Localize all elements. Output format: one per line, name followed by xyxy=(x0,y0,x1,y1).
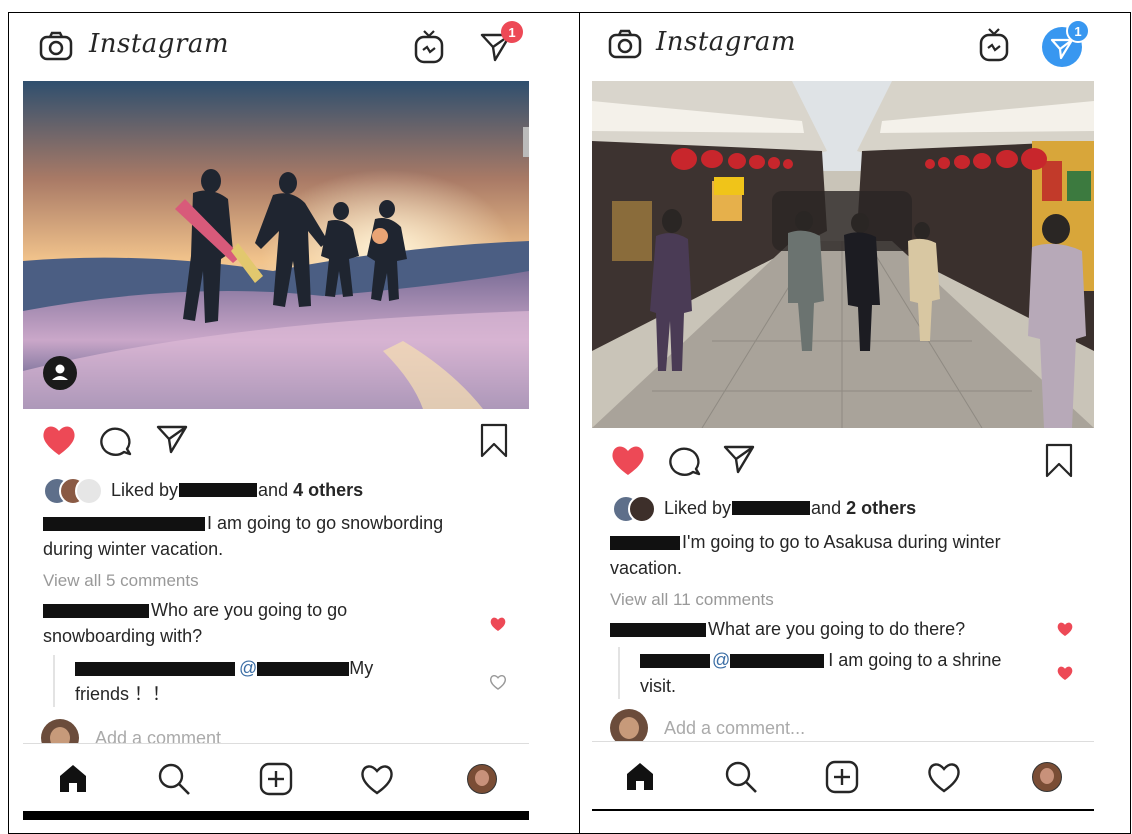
bookmark-icon[interactable] xyxy=(479,423,509,459)
reply-text: My xyxy=(349,658,374,678)
user-tag-icon[interactable] xyxy=(43,356,77,390)
view-all-comments-link[interactable]: View all 5 comments xyxy=(43,571,199,591)
like-heart-icon[interactable] xyxy=(610,443,646,477)
comment-icon[interactable] xyxy=(99,423,133,457)
redacted-username[interactable] xyxy=(640,654,710,669)
activity-heart-icon[interactable] xyxy=(359,762,395,796)
asakusa-street-image xyxy=(592,81,1094,428)
system-bar xyxy=(23,811,529,820)
search-icon[interactable] xyxy=(724,760,758,794)
like-heart-icon[interactable] xyxy=(41,423,77,457)
comment-line-1: Who are you going to go xyxy=(151,600,348,620)
bottom-nav xyxy=(23,743,529,812)
search-icon[interactable] xyxy=(157,762,191,796)
reply-comment: @ My friends ！！ xyxy=(53,655,373,707)
snowboarders-image xyxy=(23,81,529,409)
bookmark-icon[interactable] xyxy=(1044,443,1074,479)
profile-avatar[interactable] xyxy=(467,764,497,794)
redacted-username xyxy=(732,501,811,515)
redacted-mention[interactable] xyxy=(257,662,350,677)
caption-line-2: vacation. xyxy=(610,558,683,578)
right-instagram-screen: Instagram 1 Liked by and 2 others I'm go… xyxy=(592,13,1094,811)
reply-mention[interactable]: @ xyxy=(239,658,257,678)
instagram-logo: Instagram xyxy=(656,27,797,57)
post-caption: I am going to go snowbording during wint… xyxy=(43,510,443,562)
camera-icon[interactable] xyxy=(39,31,73,61)
comment-like-heart-icon[interactable] xyxy=(1056,621,1074,637)
top-bar: Instagram 1 xyxy=(23,13,529,82)
liked-by-label: Liked by xyxy=(664,497,732,518)
notification-badge: 1 xyxy=(1066,19,1090,43)
reply-line-2: visit. xyxy=(640,676,676,696)
liked-by-label: Liked by xyxy=(111,479,179,500)
post-photo[interactable] xyxy=(23,81,529,409)
reply-comment: @ I am going to a shrine visit. xyxy=(618,647,1001,699)
caption-line-2: during winter vacation. xyxy=(43,539,224,559)
likes-row[interactable]: Liked by and 2 others xyxy=(612,495,917,523)
liker-avatars xyxy=(43,477,103,505)
liked-and-label: and xyxy=(258,479,289,500)
share-icon[interactable] xyxy=(155,423,189,455)
new-post-icon[interactable] xyxy=(825,760,859,794)
reply-mention[interactable]: @ xyxy=(712,650,730,670)
activity-heart-icon[interactable] xyxy=(926,760,962,794)
post-actions xyxy=(592,439,1094,483)
new-post-icon[interactable] xyxy=(259,762,293,796)
view-all-comments-link[interactable]: View all 11 comments xyxy=(610,590,774,610)
notification-badge: 1 xyxy=(501,21,523,43)
reply-text: I am going to a shrine xyxy=(828,650,1002,670)
post-actions xyxy=(23,419,529,463)
redacted-username[interactable] xyxy=(610,536,680,551)
left-instagram-screen: Instagram 1 Liked by and 4 others I am g… xyxy=(23,13,529,820)
caption-line-1: I'm going to go to Asakusa during winter xyxy=(682,532,1001,552)
comment-icon[interactable] xyxy=(668,443,702,477)
comment-text: What are you going to do there? xyxy=(708,619,966,639)
redacted-username[interactable] xyxy=(610,623,706,638)
camera-icon[interactable] xyxy=(608,29,642,59)
home-icon[interactable] xyxy=(624,760,656,792)
reply-line-2: friends ！！ xyxy=(75,684,171,704)
instagram-logo: Instagram xyxy=(89,29,230,59)
reply-like-heart-icon[interactable] xyxy=(489,674,507,690)
igtv-icon[interactable] xyxy=(978,27,1010,63)
reply-like-heart-icon[interactable] xyxy=(1056,665,1074,681)
likes-row[interactable]: Liked by and 4 others xyxy=(43,477,364,505)
redacted-username xyxy=(179,483,258,497)
share-icon[interactable] xyxy=(722,443,756,475)
bottom-nav xyxy=(592,741,1094,810)
comment-item: Who are you going to go snowboarding wit… xyxy=(43,597,347,649)
igtv-icon[interactable] xyxy=(413,29,445,65)
redacted-username[interactable] xyxy=(75,662,235,677)
redacted-username[interactable] xyxy=(43,517,205,532)
system-bar xyxy=(592,809,1094,811)
home-icon[interactable] xyxy=(57,762,89,794)
liker-avatars xyxy=(612,495,656,523)
redacted-username[interactable] xyxy=(43,604,149,619)
post-caption: I'm going to go to Asakusa during winter… xyxy=(610,529,1001,581)
post-photo[interactable] xyxy=(592,81,1094,428)
comment-line-2: snowboarding with? xyxy=(43,626,203,646)
redacted-mention[interactable] xyxy=(730,654,825,669)
caption-line-1: I am going to go snowbording xyxy=(207,513,444,533)
top-bar: Instagram 1 xyxy=(592,13,1094,82)
profile-avatar[interactable] xyxy=(1032,762,1062,792)
comment-item: What are you going to do there? xyxy=(610,616,965,642)
comment-like-heart-icon[interactable] xyxy=(489,616,507,632)
liked-others-count: 2 others xyxy=(846,497,917,518)
liked-others-count: 4 others xyxy=(293,479,364,500)
liked-and-label: and xyxy=(811,497,842,518)
add-comment-placeholder[interactable]: Add a comment... xyxy=(664,718,805,739)
